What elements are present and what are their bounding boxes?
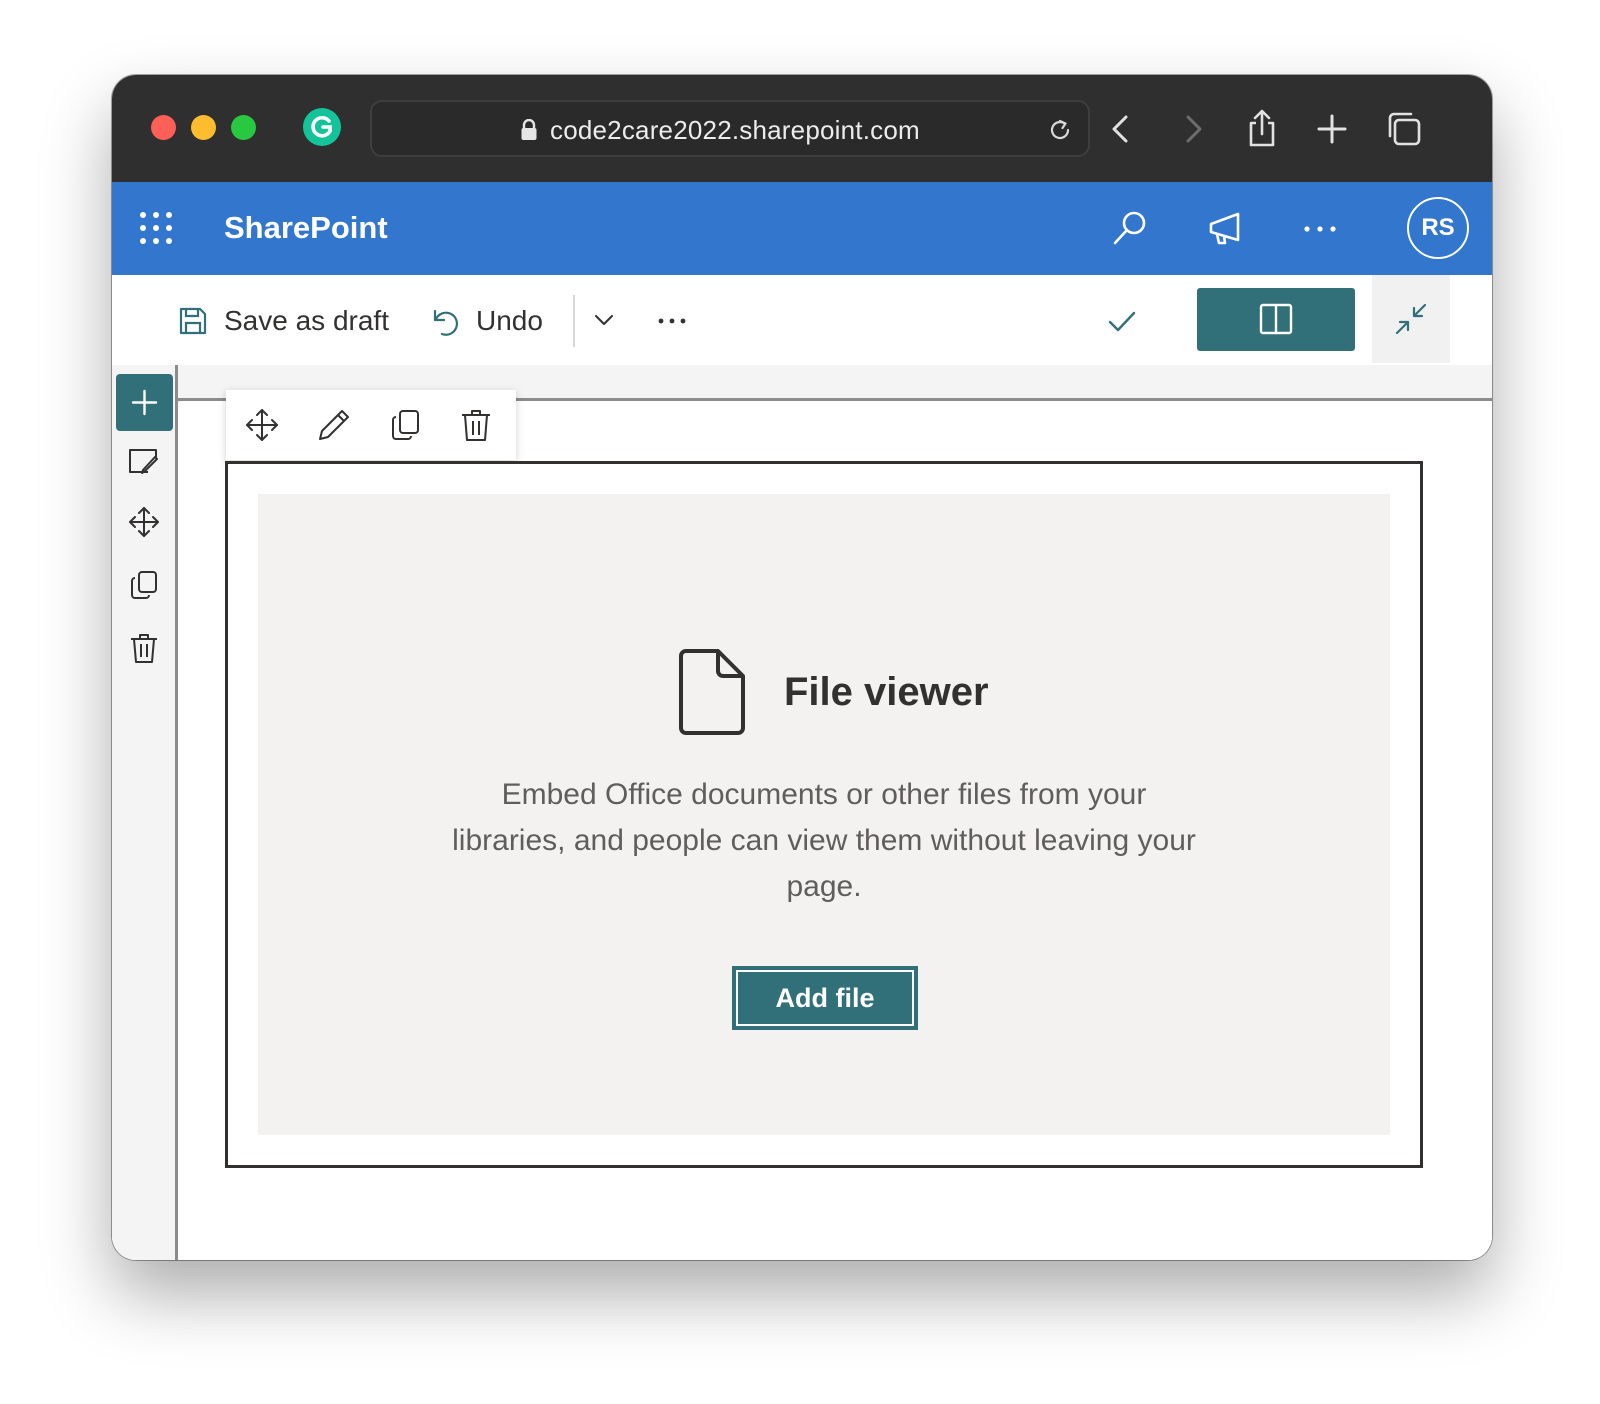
user-avatar[interactable]: RS <box>1407 197 1469 259</box>
edit-section-button[interactable] <box>127 445 161 479</box>
more-icon <box>658 318 686 324</box>
webpart-toolbar <box>226 390 516 460</box>
delete-webpart-button[interactable] <box>457 406 495 444</box>
trash-icon <box>131 634 157 663</box>
browser-window: code2care2022.sharepoint.com SharePoint … <box>112 75 1492 1260</box>
command-separator <box>573 295 575 347</box>
section-toolbar <box>112 365 178 1260</box>
document-icon <box>676 648 746 736</box>
tabs-overview-button[interactable] <box>1382 107 1426 151</box>
move-icon <box>246 409 278 441</box>
file-viewer-webpart[interactable]: File viewer Embed Office documents or ot… <box>225 461 1423 1168</box>
move-section-button[interactable] <box>127 505 161 539</box>
search-button[interactable] <box>1107 206 1153 252</box>
command-more-button[interactable] <box>652 301 692 341</box>
page-canvas: File viewer Embed Office documents or ot… <box>112 365 1492 1260</box>
url-text: code2care2022.sharepoint.com <box>550 115 920 145</box>
address-bar[interactable]: code2care2022.sharepoint.com <box>370 100 1090 157</box>
delete-section-button[interactable] <box>127 631 161 665</box>
save-as-draft-label: Save as draft <box>224 305 389 336</box>
save-icon <box>179 307 207 335</box>
checkmark-icon <box>1108 311 1136 332</box>
undo-label: Undo <box>476 305 543 336</box>
undo-icon <box>433 309 459 336</box>
suite-bar: SharePoint RS <box>112 182 1492 275</box>
undo-dropdown-button[interactable] <box>587 303 621 337</box>
announcements-button[interactable] <box>1202 206 1248 252</box>
more-options-button[interactable] <box>1297 206 1343 252</box>
collapse-button[interactable] <box>1372 275 1450 363</box>
app-launcher-icon[interactable] <box>138 210 174 246</box>
webpart-title: File viewer <box>784 670 989 714</box>
webpart-placeholder: File viewer Embed Office documents or ot… <box>258 494 1390 1135</box>
zoom-window-button[interactable] <box>231 115 256 140</box>
close-window-button[interactable] <box>151 115 176 140</box>
plus-icon <box>131 389 158 416</box>
minimize-window-button[interactable] <box>191 115 216 140</box>
command-bar: Save as draft Undo <box>112 275 1492 365</box>
add-section-button[interactable] <box>116 374 173 431</box>
tabs-overview-icon <box>1388 112 1421 146</box>
back-button[interactable] <box>1100 107 1144 151</box>
toggle-preview-button[interactable] <box>1197 288 1355 351</box>
reload-icon[interactable] <box>1046 116 1074 144</box>
forward-button[interactable] <box>1170 107 1214 151</box>
share-icon <box>1249 109 1275 147</box>
edit-section-icon <box>129 449 158 474</box>
app-name[interactable]: SharePoint <box>224 210 388 246</box>
search-icon <box>1113 211 1146 245</box>
webpart-description: Embed Office documents or other files fr… <box>452 778 1196 903</box>
new-tab-button[interactable] <box>1310 107 1354 151</box>
add-file-button[interactable]: Add file <box>732 966 918 1030</box>
split-view-icon <box>1259 303 1293 335</box>
page-status-check[interactable] <box>1102 301 1142 341</box>
chevron-down-icon <box>595 315 613 325</box>
copy-icon <box>392 410 419 440</box>
share-button[interactable] <box>1240 107 1284 151</box>
move-icon <box>129 507 159 537</box>
copy-icon <box>131 571 157 599</box>
save-as-draft-button[interactable]: Save as draft <box>176 299 389 343</box>
edit-webpart-button[interactable] <box>315 406 353 444</box>
duplicate-webpart-button[interactable] <box>386 406 424 444</box>
pencil-icon <box>319 410 349 440</box>
lock-icon <box>521 119 537 140</box>
back-icon <box>1112 115 1128 143</box>
duplicate-section-button[interactable] <box>127 568 161 602</box>
browser-titlebar: code2care2022.sharepoint.com <box>112 75 1492 182</box>
forward-icon <box>1186 115 1202 143</box>
collapse-icon <box>1395 303 1427 335</box>
grammarly-icon[interactable] <box>302 107 342 147</box>
megaphone-icon <box>1209 212 1240 245</box>
undo-button[interactable]: Undo <box>428 299 543 343</box>
more-icon <box>1304 226 1336 232</box>
trash-icon <box>462 410 490 441</box>
move-webpart-button[interactable] <box>243 406 281 444</box>
new-tab-icon <box>1317 114 1347 144</box>
